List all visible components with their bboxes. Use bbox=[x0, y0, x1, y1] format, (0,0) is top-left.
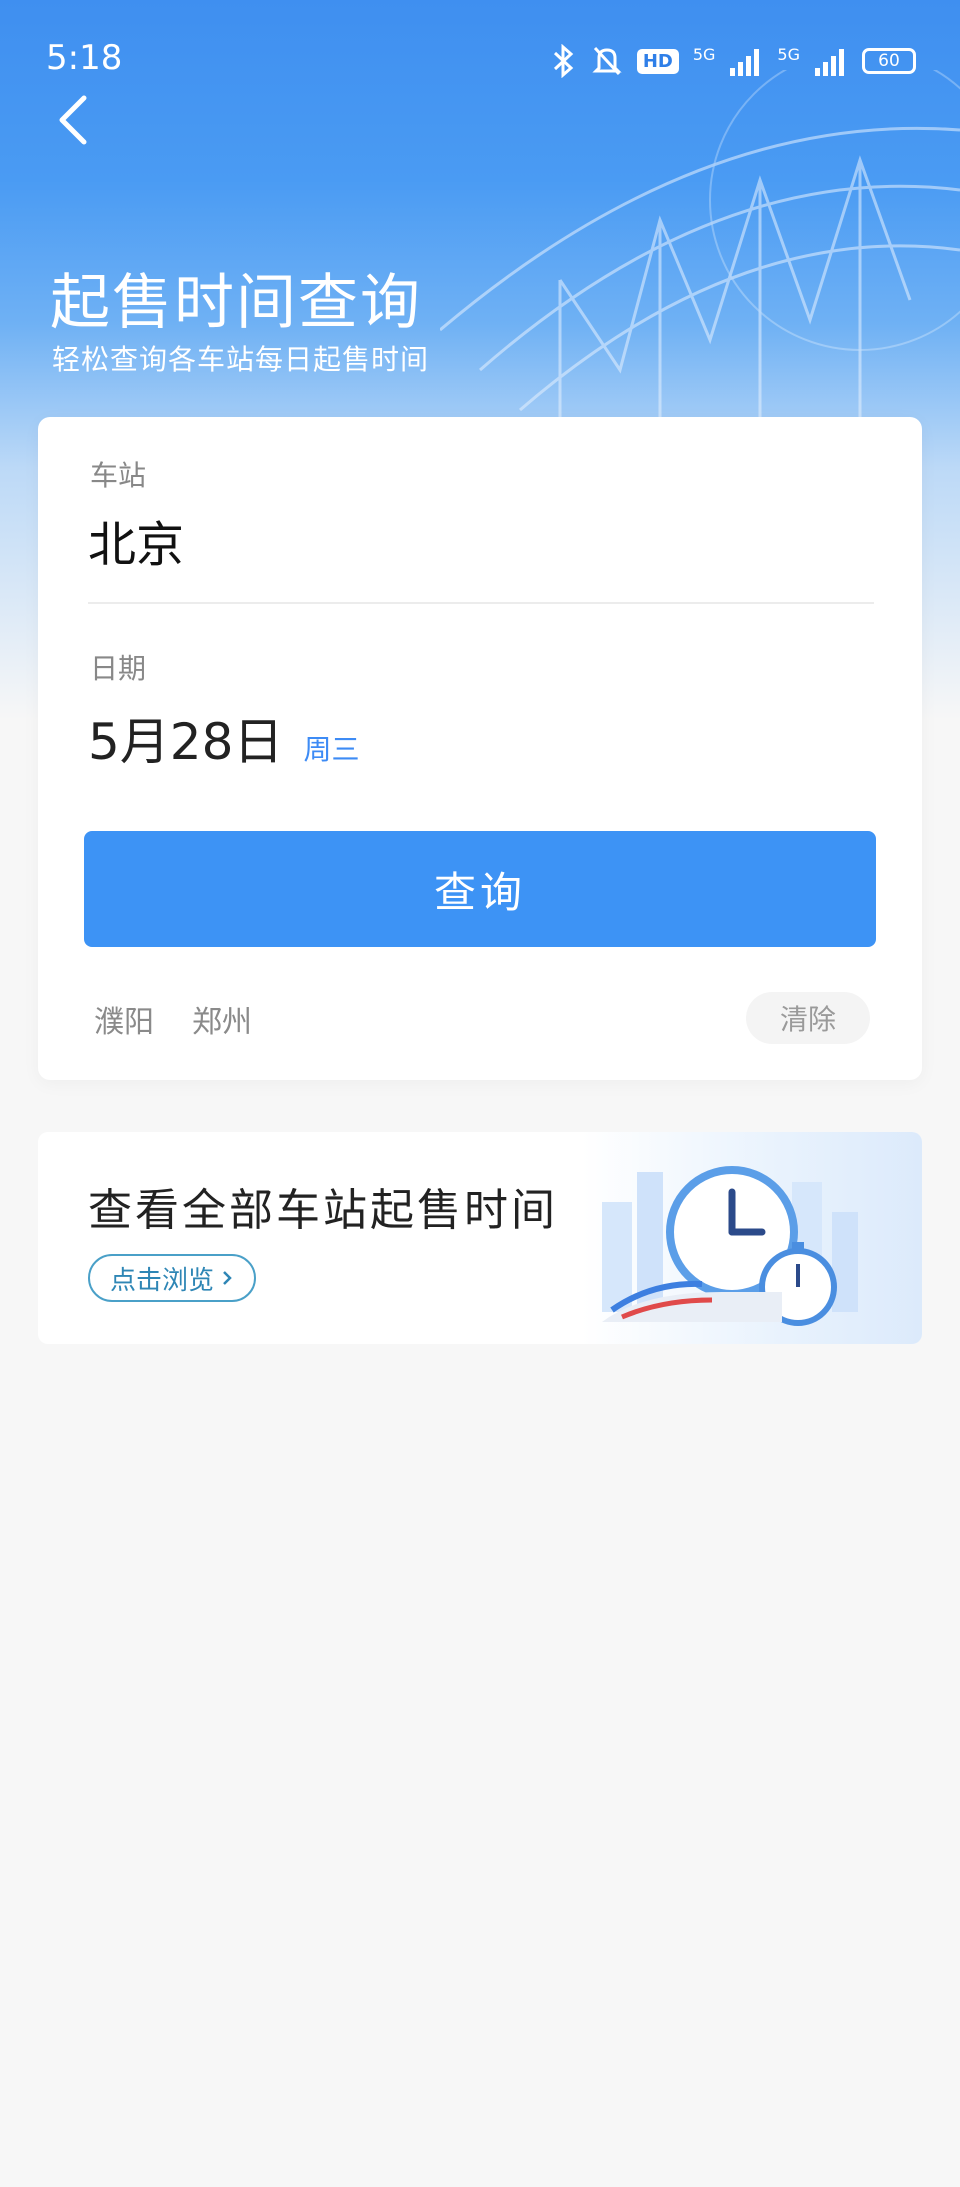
bluetooth-icon bbox=[553, 44, 574, 78]
station-field[interactable]: 北京 bbox=[88, 505, 184, 575]
history-item[interactable]: 濮阳 bbox=[94, 997, 154, 1041]
clear-history-button[interactable]: 清除 bbox=[746, 992, 870, 1044]
date-label: 日期 bbox=[90, 652, 147, 685]
status-time: 5:18 bbox=[46, 38, 123, 78]
all-stations-banner[interactable]: 查看全部车站起售时间 点击浏览 bbox=[38, 1132, 922, 1344]
browse-link[interactable]: 点击浏览 bbox=[88, 1254, 257, 1302]
search-history: 濮阳 郑州 bbox=[94, 997, 252, 1041]
signal-icon-2 bbox=[815, 49, 844, 76]
network-type-2: 5G bbox=[777, 44, 800, 64]
divider bbox=[88, 602, 874, 604]
battery-level: 60 bbox=[878, 51, 900, 71]
status-icons: HD 5G 5G 60 bbox=[551, 44, 916, 78]
page-title: 起售时间查询 bbox=[50, 268, 422, 338]
banner-title: 查看全部车站起售时间 bbox=[88, 1185, 558, 1236]
search-button[interactable]: 查询 bbox=[84, 831, 876, 947]
signal-icon bbox=[730, 49, 760, 76]
history-item[interactable]: 郑州 bbox=[192, 997, 252, 1041]
date-field[interactable]: 5月28日 周三 bbox=[88, 702, 359, 774]
network-type-1: 5G bbox=[692, 44, 716, 64]
chevron-right-icon bbox=[223, 1271, 232, 1285]
weekday-label: 周三 bbox=[303, 733, 360, 766]
bell-off-icon bbox=[592, 46, 622, 76]
back-arrow-icon[interactable] bbox=[50, 90, 100, 150]
hd-badge: HD bbox=[636, 48, 679, 74]
page-subtitle: 轻松查询各车站每日起售时间 bbox=[52, 343, 430, 376]
status-bar: 5:18 HD 5G 5G 60 bbox=[0, 0, 960, 120]
battery-icon: 60 bbox=[862, 48, 916, 74]
clock-train-illustration-icon bbox=[602, 1166, 858, 1326]
station-label: 车站 bbox=[90, 459, 147, 492]
query-card: 车站 北京 日期 5月28日 周三 查询 濮阳 郑州 清除 bbox=[38, 417, 922, 1080]
browse-link-label: 点击浏览 bbox=[110, 1265, 215, 1296]
date-value: 5月28日 bbox=[88, 713, 284, 771]
